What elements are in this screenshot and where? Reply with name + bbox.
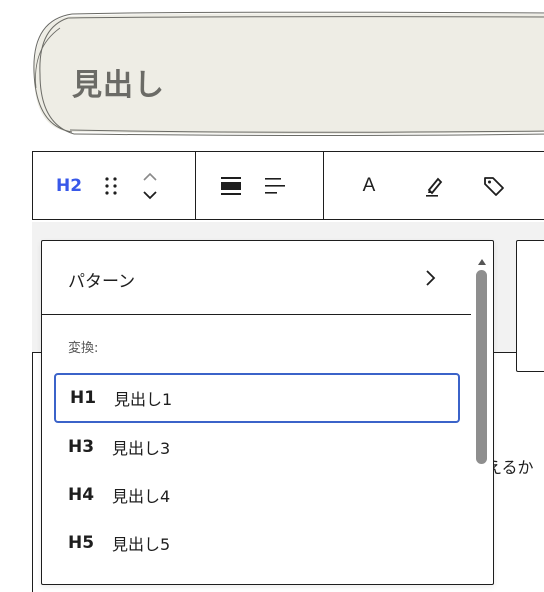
heading-level-label: H3: [68, 437, 95, 457]
heading-level-label: H5: [68, 533, 95, 553]
block-transform-dropdown: パターン 変換: H1 見出し1 H3 見出し3 H4 見出し4 H5 見出し5: [41, 240, 494, 585]
mover-group: [140, 168, 160, 204]
toolbar-group-format: A: [324, 152, 544, 219]
transform-item-h1[interactable]: H1 見出し1: [54, 373, 460, 423]
transform-item-h5[interactable]: H5 見出し5: [54, 518, 460, 568]
move-up-icon[interactable]: [140, 168, 160, 186]
scrollbar-thumb[interactable]: [476, 270, 487, 464]
heading-block[interactable]: 見出し: [30, 8, 544, 138]
toolbar-group-align: [196, 152, 324, 219]
tag-icon[interactable]: [479, 171, 509, 201]
toolbar-group-block: H2: [33, 152, 196, 219]
chevron-right-icon: [424, 269, 436, 291]
heading-option-label: 見出し3: [112, 439, 171, 458]
drag-handle-icon[interactable]: [98, 173, 124, 199]
highlight-pen-icon[interactable]: [419, 171, 449, 201]
patterns-label: パターン: [68, 272, 136, 292]
heading-text[interactable]: 見出し: [72, 60, 165, 104]
scroll-up-arrow-icon[interactable]: [477, 251, 487, 270]
menu-divider: [42, 314, 471, 315]
heading-option-label: 見出し5: [112, 535, 171, 554]
transform-section-label: 変換:: [68, 341, 99, 356]
heading-level-label: H4: [68, 485, 95, 505]
heading-level-label: H1: [70, 388, 97, 408]
patterns-menu-item[interactable]: パターン: [42, 241, 472, 315]
block-toolbar: H2 A: [32, 151, 544, 220]
align-left-icon[interactable]: [260, 171, 290, 201]
transform-item-h4[interactable]: H4 見出し4: [54, 470, 460, 520]
dropdown-scrollbar[interactable]: [474, 249, 490, 584]
side-panel: [516, 240, 544, 372]
heading-option-label: 見出し1: [114, 390, 173, 409]
text-color-icon[interactable]: A: [354, 171, 384, 201]
align-center-icon[interactable]: [216, 171, 246, 201]
move-down-icon[interactable]: [140, 186, 160, 204]
heading-option-label: 見出し4: [112, 487, 171, 506]
block-type-button[interactable]: H2: [54, 176, 84, 196]
transform-item-h3[interactable]: H3 見出し3: [54, 422, 460, 472]
